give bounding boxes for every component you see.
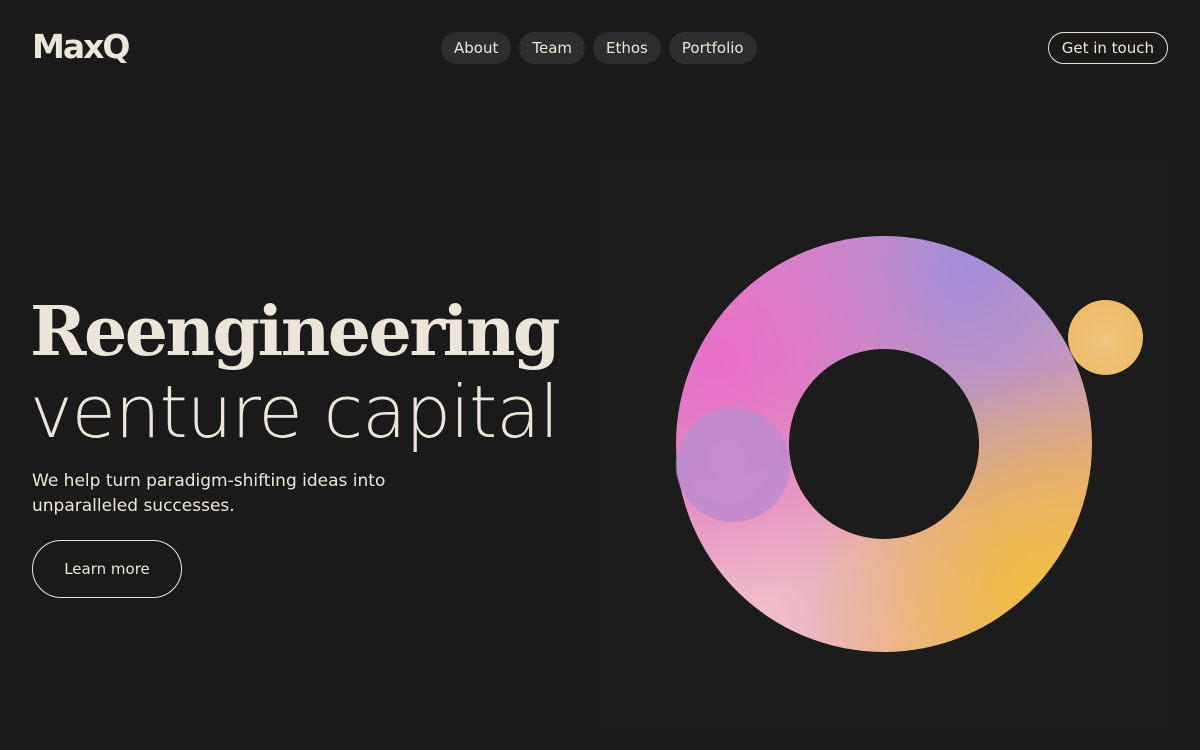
gold-orb-graphic — [1068, 300, 1143, 375]
ring-center-hole — [789, 349, 979, 539]
main-nav: About Team Ethos Portfolio — [441, 32, 757, 64]
nav-about[interactable]: About — [441, 32, 512, 64]
purple-orb-graphic — [676, 408, 790, 522]
get-in-touch-button[interactable]: Get in touch — [1047, 32, 1168, 64]
nav-ethos[interactable]: Ethos — [593, 32, 661, 64]
hero-title-line2: venture capital — [30, 370, 559, 454]
learn-more-button[interactable]: Learn more — [32, 540, 182, 598]
hero-subtitle: We help turn paradigm-shifting ideas int… — [32, 471, 386, 516]
nav-portfolio[interactable]: Portfolio — [668, 32, 757, 64]
maxq-logo[interactable]: MaxQ — [32, 28, 130, 66]
nav-team[interactable]: Team — [519, 32, 586, 64]
